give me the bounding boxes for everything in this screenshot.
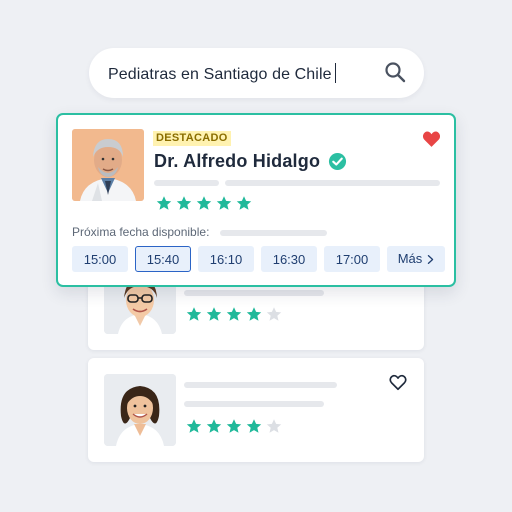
rating-stars [186,418,282,434]
doctor-avatar [72,129,144,201]
star-icon [236,196,252,210]
star-icon [156,196,172,210]
time-slot[interactable]: 16:30 [261,246,317,272]
search-bar[interactable]: Pediatras en Santiago de Chile [89,48,424,98]
star-icon [266,307,282,321]
star-icon [246,419,262,433]
star-icon [206,419,222,433]
star-icon [216,196,232,210]
next-date-label: Próxima fecha disponible: [72,225,210,239]
placeholder-line [220,230,327,236]
star-icon [186,307,202,321]
star-icon [226,307,242,321]
placeholder-line [184,382,337,388]
time-slot[interactable]: 16:10 [198,246,254,272]
search-icon[interactable] [383,60,407,84]
placeholder-line [184,290,324,296]
star-icon [176,196,192,210]
placeholder-line [154,180,219,186]
star-icon [206,307,222,321]
featured-badge: DESTACADO [153,131,231,146]
doctor-card[interactable] [88,358,424,462]
star-icon [226,419,242,433]
search-input[interactable]: Pediatras en Santiago de Chile [108,63,336,84]
rating-stars [156,195,252,211]
time-slots: 15:00 15:40 16:10 16:30 17:00 Más [72,246,445,272]
doctor-name[interactable]: Dr. Alfredo Hidalgo [154,151,320,172]
star-icon [196,196,212,210]
placeholder-line [225,180,440,186]
time-slot[interactable]: 15:00 [72,246,128,272]
heart-filled-icon[interactable] [422,130,441,148]
placeholder-line [184,401,324,407]
rating-stars [186,306,282,322]
more-slots-label: Más [397,251,423,266]
search-query: Pediatras en Santiago de Chile [108,66,332,83]
chevron-right-icon [428,254,434,264]
text-caret [334,63,336,83]
time-slot-selected[interactable]: 15:40 [135,246,191,272]
star-icon [246,307,262,321]
star-icon [266,419,282,433]
doctor-avatar [104,374,176,446]
star-icon [186,419,202,433]
more-slots-button[interactable]: Más [387,246,445,272]
verified-check-icon [328,152,347,171]
time-slot[interactable]: 17:00 [324,246,380,272]
heart-outline-icon[interactable] [389,374,407,391]
featured-doctor-card[interactable]: DESTACADO Dr. Alfredo Hidalgo Próxima fe… [56,113,456,287]
